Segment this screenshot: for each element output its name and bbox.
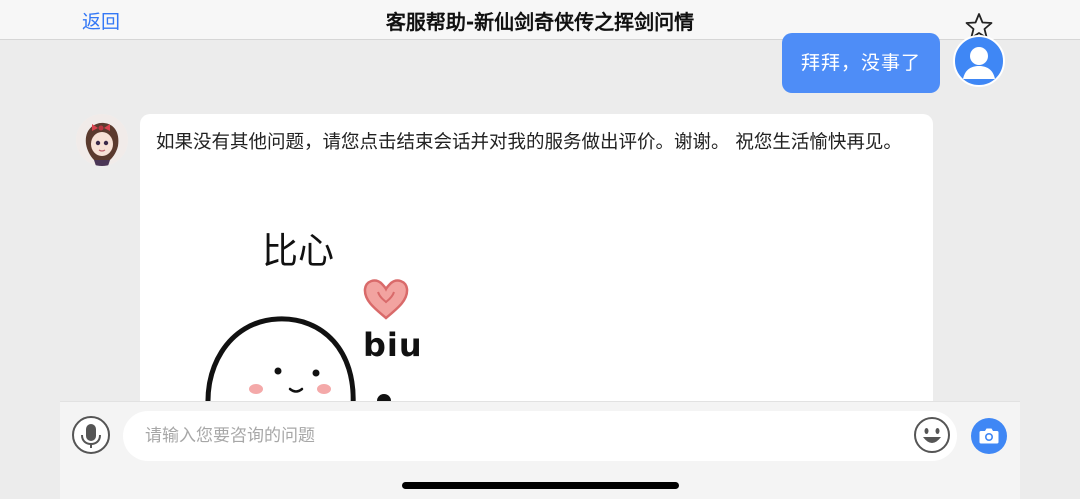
user-message-bubble[interactable]: 拜拜，没事了 bbox=[782, 33, 940, 93]
agent-avatar[interactable] bbox=[76, 114, 128, 166]
camera-button[interactable] bbox=[971, 418, 1007, 454]
microphone-button[interactable] bbox=[72, 416, 110, 454]
agent-message-bubble[interactable]: 如果没有其他问题，请您点击结束会话并对我的服务做出评价。谢谢。 祝您生活愉快再见… bbox=[140, 114, 933, 414]
sticker-image[interactable]: 比心 biu bbox=[198, 206, 498, 414]
home-indicator[interactable] bbox=[402, 482, 679, 489]
user-icon bbox=[963, 47, 995, 79]
user-avatar[interactable] bbox=[953, 35, 1005, 87]
microphone-icon bbox=[81, 424, 101, 448]
camera-icon bbox=[979, 428, 999, 444]
page-title: 客服帮助-新仙剑奇侠传之挥剑问情 bbox=[385, 10, 695, 34]
message-input[interactable] bbox=[123, 411, 957, 461]
smiley-icon bbox=[914, 417, 950, 453]
sticker-caption: 比心 bbox=[262, 231, 335, 272]
agent-message-text: 如果没有其他问题，请您点击结束会话并对我的服务做出评价。谢谢。 祝您生活愉快再见… bbox=[156, 132, 902, 153]
sticker-face bbox=[205, 316, 391, 414]
emoji-button[interactable] bbox=[913, 416, 951, 454]
